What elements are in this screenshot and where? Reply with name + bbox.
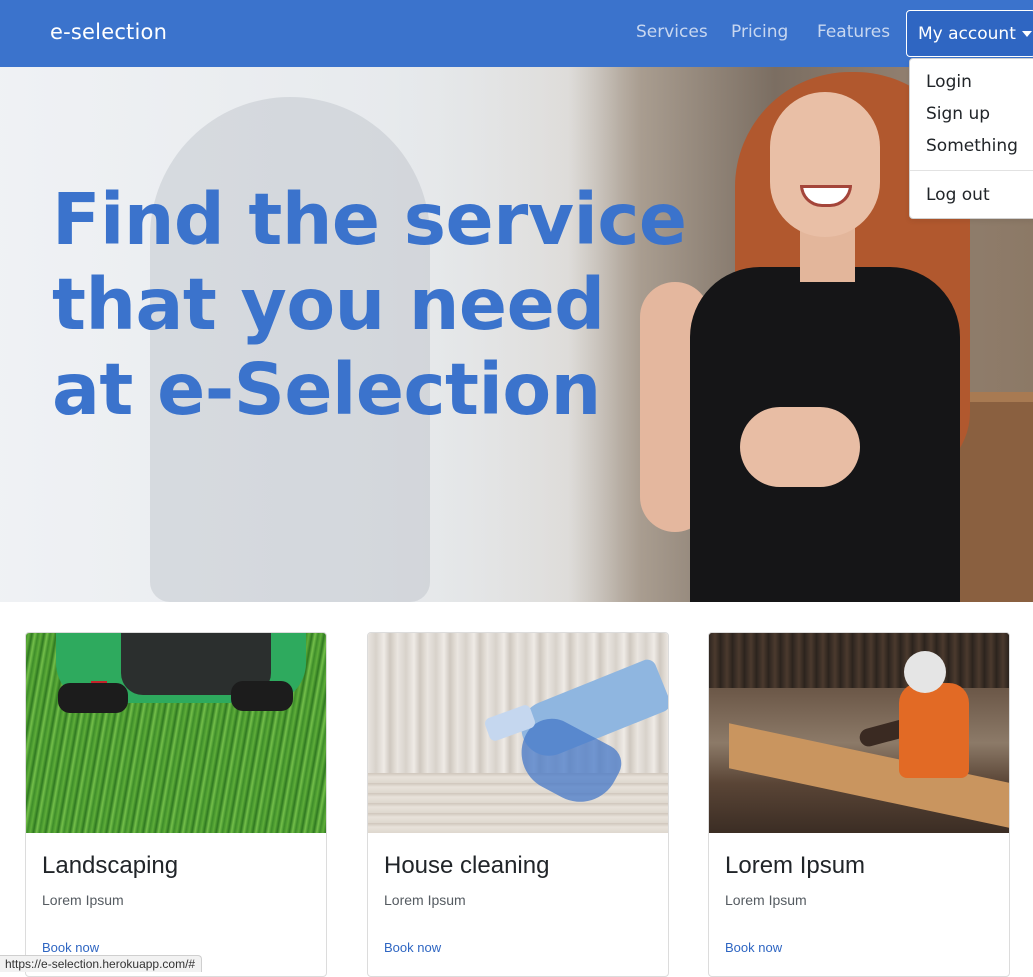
- card-text: Lorem Ipsum: [725, 892, 807, 908]
- workshop-roof-shape: [709, 633, 1009, 688]
- my-account-dropdown-toggle[interactable]: My account: [906, 10, 1033, 57]
- wood-floor-shape: [368, 773, 668, 833]
- menu-item-sign-up[interactable]: Sign up: [926, 104, 990, 124]
- nav-link-services[interactable]: Services: [636, 22, 708, 42]
- service-card-house-cleaning: House cleaning Lorem Ipsum Book now: [367, 632, 669, 977]
- service-card-lorem-ipsum: Lorem Ipsum Lorem Ipsum Book now: [708, 632, 1010, 977]
- menu-item-log-out[interactable]: Log out: [926, 185, 990, 205]
- hero-banner: Find the service that you need at e-Sele…: [0, 67, 1033, 602]
- account-dropdown-menu: Login Sign up Something Log out: [909, 58, 1033, 219]
- menu-divider: [910, 170, 1033, 171]
- my-account-label: My account: [918, 24, 1016, 44]
- hero-person-face: [770, 92, 880, 237]
- hero-headline-line-1: Find the service: [52, 178, 687, 261]
- book-now-link[interactable]: Book now: [384, 940, 441, 955]
- caret-down-icon: [1022, 31, 1032, 37]
- card-title: House cleaning: [384, 852, 550, 879]
- hero-headline-line-2: that you need: [52, 263, 605, 346]
- top-navbar: e-selection Services Pricing Features My…: [0, 0, 1033, 67]
- menu-item-something[interactable]: Something: [926, 136, 1018, 156]
- card-text: Lorem Ipsum: [384, 892, 466, 908]
- hero-person-hands: [740, 407, 860, 487]
- card-image-spray-bottle: [368, 633, 668, 833]
- book-now-link[interactable]: Book now: [725, 940, 782, 955]
- brand-logo-text[interactable]: e-selection: [50, 20, 167, 44]
- browser-status-bar-url: https://e-selection.herokuapp.com/#: [0, 955, 203, 972]
- card-title: Landscaping: [42, 852, 179, 879]
- book-now-link[interactable]: Book now: [42, 940, 99, 955]
- hero-headline-line-3: at e-Selection: [52, 348, 601, 431]
- nav-link-features[interactable]: Features: [817, 22, 890, 42]
- card-title: Lorem Ipsum: [725, 852, 866, 879]
- service-card-landscaping: Landscaping Lorem Ipsum Book now: [25, 632, 327, 977]
- menu-item-login[interactable]: Login: [926, 72, 972, 92]
- worker-vest-shape: [899, 683, 969, 778]
- worker-helmet-shape: [904, 651, 946, 693]
- hero-headline: Find the service that you need at e-Sele…: [52, 177, 702, 432]
- nav-link-pricing[interactable]: Pricing: [731, 22, 788, 42]
- card-image-workshop: [709, 633, 1009, 833]
- card-text: Lorem Ipsum: [42, 892, 124, 908]
- mower-wheel-left: [58, 683, 128, 713]
- card-image-lawn-mower: [26, 633, 326, 833]
- mower-wheel-right: [231, 681, 293, 711]
